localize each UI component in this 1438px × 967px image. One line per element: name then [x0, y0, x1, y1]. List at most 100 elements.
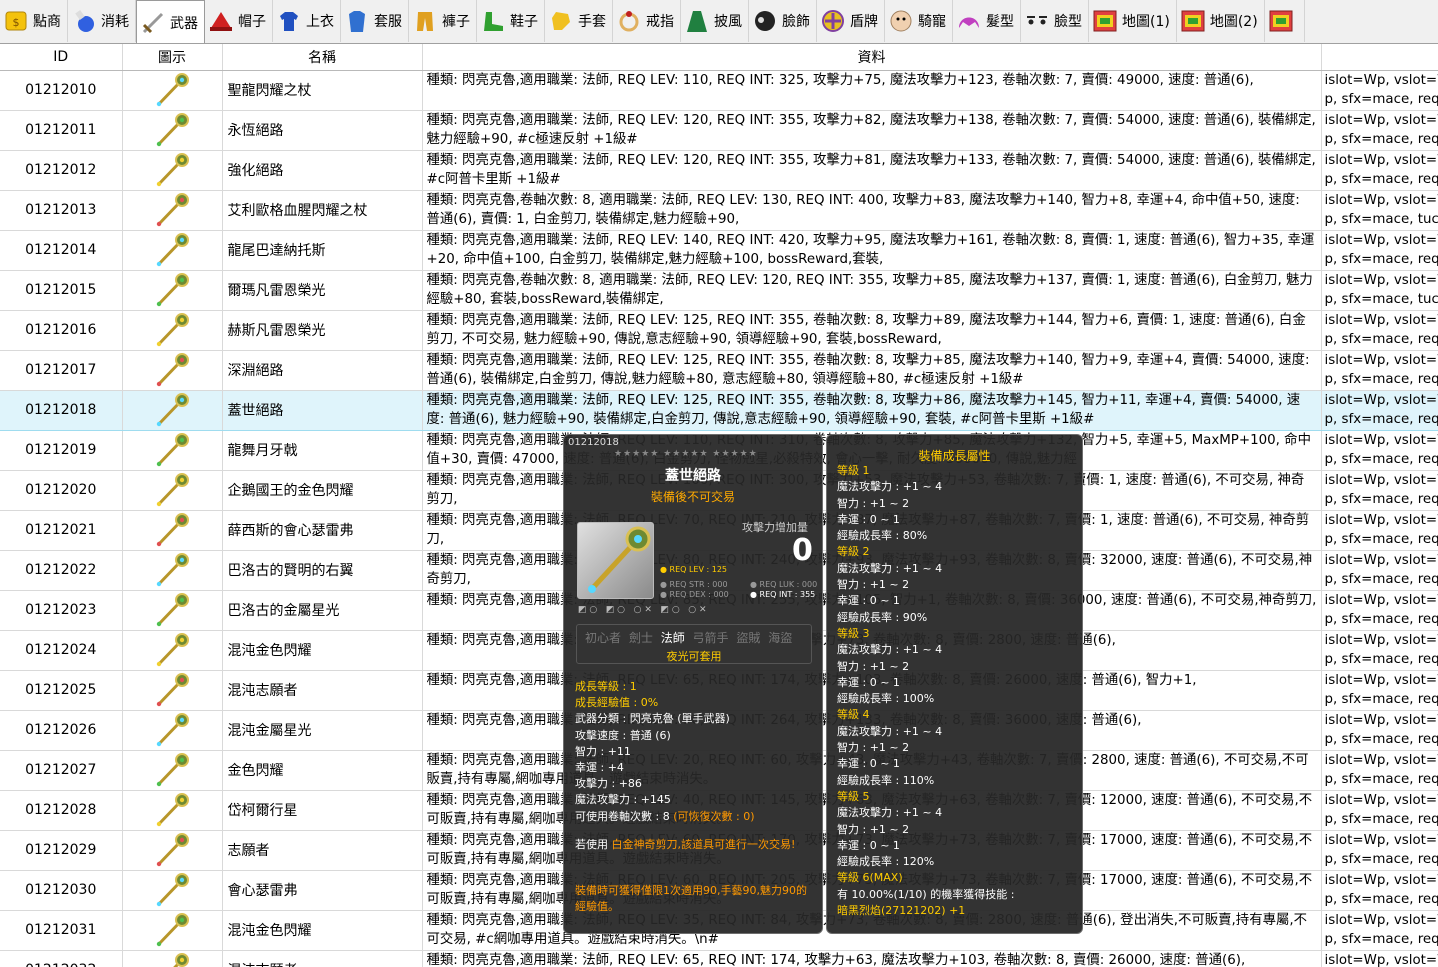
cell-meta[interactable]: islot=Wp, vslot=Wp, sfx=mace, reqJob=2 [1321, 350, 1438, 391]
cell-icon[interactable] [122, 110, 223, 151]
tab-potion[interactable]: 消耗 [68, 0, 136, 42]
table-row[interactable]: 01212017 深淵絕路 種類: 閃亮克魯,適用職業: 法師, REQ LEV: … [0, 350, 1438, 391]
cell-info[interactable]: 種類: 閃亮克魯,適用職業: 法師, REQ LEV: 125, REQ INT… [422, 350, 1322, 391]
cell-info[interactable]: 種類: 閃亮克魯,卷軸次數: 8, 適用職業: 法師, REQ LEV: 120… [422, 270, 1322, 311]
cell-icon[interactable] [122, 230, 223, 271]
cell-name[interactable]: 混沌金屬星光 [222, 710, 423, 751]
cell-meta[interactable]: islot=Wp, vslot=Wp, sfx=mace, reqJob=2 [1321, 830, 1438, 871]
cell-icon[interactable] [122, 550, 223, 591]
cell-id[interactable]: 01212012 [0, 150, 123, 191]
cell-name[interactable]: 企鵝國王的金色閃耀 [222, 470, 423, 511]
cell-meta[interactable]: islot=Wp, vslot=Wp, sfx=mace, reqJob=2 [1321, 510, 1438, 551]
cell-icon[interactable] [122, 630, 223, 671]
cell-icon[interactable] [122, 670, 223, 711]
cell-meta[interactable]: islot=Wp, vslot=Wp, sfx=mace, reqJob=2 [1321, 430, 1438, 471]
cell-name[interactable]: 爾瑪凡雷恩榮光 [222, 270, 423, 311]
cell-name[interactable]: 薛西斯的會心瑟雷弗 [222, 510, 423, 551]
cell-meta[interactable]: islot=Wp, vslot=Wp, sfx=mace, reqJob=2 [1321, 70, 1438, 111]
cell-id[interactable]: 01212015 [0, 270, 123, 311]
cell-name[interactable]: 岱柯爾行星 [222, 790, 423, 831]
cell-icon[interactable] [122, 310, 223, 351]
cell-id[interactable]: 01212020 [0, 470, 123, 511]
cell-meta[interactable]: islot=Wp, vslot=Wp, sfx=mace, reqJob=2 [1321, 790, 1438, 831]
cell-meta[interactable]: islot=Wp, vslot=Wp, sfx=mace, reqJob=2 [1321, 470, 1438, 511]
table-row[interactable]: 01212014 龍尾巴達納托斯 種類: 閃亮克魯,適用職業: 法師, REQ LE… [0, 230, 1438, 271]
cell-meta[interactable]: islot=Wp, vslot=Wp, sfx=mace, tuc=8 [1321, 270, 1438, 311]
cell-id[interactable]: 01212021 [0, 510, 123, 551]
table-row[interactable]: 01212011 永恆絕路 種類: 閃亮克魯,適用職業: 法師, REQ LEV: … [0, 110, 1438, 151]
cell-name[interactable]: 龍尾巴達納托斯 [222, 230, 423, 271]
table-row[interactable]: 01212010 聖龍閃耀之杖 種類: 閃亮克魯,適用職業: 法師, REQ LEV… [0, 70, 1438, 111]
cell-id[interactable]: 01212018 [0, 389, 123, 431]
cell-info[interactable]: 種類: 閃亮克魯,適用職業: 法師, REQ LEV: 140, REQ INT… [422, 230, 1322, 271]
tab-map[interactable]: 地圖(1) [1089, 0, 1177, 42]
cell-id[interactable]: 01212031 [0, 910, 123, 951]
tab-map[interactable] [1265, 0, 1305, 42]
cell-icon[interactable] [122, 830, 223, 871]
cell-info[interactable]: 種類: 閃亮克魯,適用職業: 法師, REQ LEV: 125, REQ INT… [422, 389, 1322, 431]
cell-name[interactable]: 龍舞月牙戟 [222, 430, 423, 471]
cell-meta[interactable]: islot=Wp, vslot=Wp, sfx=mace, reqJob=2 [1321, 110, 1438, 151]
table-row[interactable]: 01212018 蓋世絕路 種類: 閃亮克魯,適用職業: 法師, REQ LEV: … [0, 389, 1438, 431]
table-row[interactable]: 01212013 艾利歐格血腥閃耀之杖 種類: 閃亮克魯,卷軸次數: 8, 適用職業… [0, 190, 1438, 231]
cell-info[interactable]: 種類: 閃亮克魯,適用職業: 法師, REQ LEV: 120, REQ INT… [422, 110, 1322, 151]
cell-meta[interactable]: islot=Wp, vslot=Wp, sfx=mace, reqJob=2 [1321, 590, 1438, 631]
cell-id[interactable]: 01212028 [0, 790, 123, 831]
tab-map[interactable]: 地圖(2) [1177, 0, 1265, 42]
cell-icon[interactable] [122, 430, 223, 471]
tab-face[interactable]: 臉型 [1021, 0, 1089, 42]
table-row[interactable]: 01212032 混沌志願者種類: 閃亮克魯,適用職業: 法師, REQ LEV:… [0, 950, 1438, 967]
cell-info[interactable]: 種類: 閃亮克魯,適用職業: 法師, REQ LEV: 125, REQ INT… [422, 310, 1322, 351]
cell-icon[interactable] [122, 350, 223, 391]
tab-pants[interactable]: 褲子 [409, 0, 477, 42]
cell-icon[interactable] [122, 190, 223, 231]
cell-icon[interactable] [122, 470, 223, 511]
column-header-icon[interactable]: 圖示 [122, 44, 223, 71]
cell-icon[interactable] [122, 270, 223, 311]
cell-meta[interactable]: islot=Wp, vslot=Wp, sfx=mace, reqJob=2 [1321, 870, 1438, 911]
cell-meta[interactable]: islot=Wp, vslot=Wp, sfx=mace, reqJob=2 [1321, 670, 1438, 711]
cell-id[interactable]: 01212030 [0, 870, 123, 911]
tab-cape[interactable]: 披風 [681, 0, 749, 42]
cell-name[interactable]: 志願者 [222, 830, 423, 871]
cell-icon[interactable] [122, 70, 223, 111]
tab-cash-shop[interactable]: $ 點商 [0, 0, 68, 42]
tab-overall[interactable]: 套服 [341, 0, 409, 42]
cell-id[interactable]: 01212032 [0, 950, 123, 967]
cell-meta[interactable]: islot=Wp, vslot=Wp, sfx=mace, reqJob=2 [1321, 310, 1438, 351]
cell-id[interactable]: 01212024 [0, 630, 123, 671]
cell-id[interactable]: 01212022 [0, 550, 123, 591]
cell-name[interactable]: 深淵絕路 [222, 350, 423, 391]
tab-top[interactable]: 上衣 [273, 0, 341, 42]
cell-meta[interactable]: islot=Wp, vslot=Wp, sfx=mace, reqJob=2 [1321, 389, 1438, 431]
cell-id[interactable]: 01212013 [0, 190, 123, 231]
cell-name[interactable]: 聖龍閃耀之杖 [222, 70, 423, 111]
cell-id[interactable]: 01212017 [0, 350, 123, 391]
cell-meta[interactable]: islot=Wp, vslot=Wp, sfx=mace, reqJob=2 [1321, 750, 1438, 791]
cell-id[interactable]: 01212016 [0, 310, 123, 351]
cell-id[interactable]: 01212019 [0, 430, 123, 471]
cell-icon[interactable] [122, 710, 223, 751]
cell-name[interactable]: 強化絕路 [222, 150, 423, 191]
cell-id[interactable]: 01212010 [0, 70, 123, 111]
cell-icon[interactable] [122, 950, 223, 967]
cell-name[interactable]: 赫斯凡雷恩榮光 [222, 310, 423, 351]
column-header-name[interactable]: 名稱 [222, 44, 423, 71]
tab-glove[interactable]: 手套 [545, 0, 613, 42]
cell-id[interactable]: 01212029 [0, 830, 123, 871]
cell-icon[interactable] [122, 910, 223, 951]
cell-icon[interactable] [122, 510, 223, 551]
column-header-id[interactable]: ID [0, 44, 123, 71]
cell-info[interactable]: 種類: 閃亮克魯,卷軸次數: 8, 適用職業: 法師, REQ LEV: 130… [422, 190, 1322, 231]
tab-shield[interactable]: 盾牌 [817, 0, 885, 42]
cell-name[interactable]: 混沌志願者 [222, 670, 423, 711]
tab-hair[interactable]: 髮型 [953, 0, 1021, 42]
cell-meta[interactable]: islot=Wp, vslot=Wp, sfx=mace, reqJob=2 [1321, 550, 1438, 591]
cell-icon[interactable] [122, 870, 223, 911]
tab-face-accessory[interactable]: 臉飾 [749, 0, 817, 42]
cell-id[interactable]: 01212026 [0, 710, 123, 751]
cell-name[interactable]: 巴洛古的金屬星光 [222, 590, 423, 631]
cell-name[interactable]: 永恆絕路 [222, 110, 423, 151]
cell-name[interactable]: 混沌金色閃耀 [222, 910, 423, 951]
cell-id[interactable]: 01212023 [0, 590, 123, 631]
